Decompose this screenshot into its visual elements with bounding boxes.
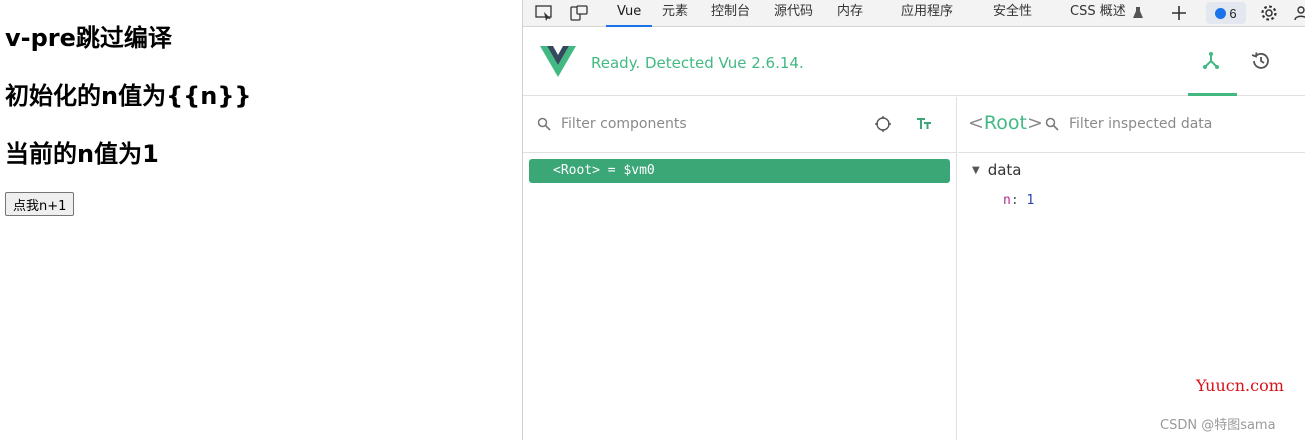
data-section-label: data	[987, 161, 1022, 179]
property-key: n	[1003, 193, 1011, 208]
tab-console[interactable]: 控制台	[711, 0, 750, 27]
heading-title: v-pre跳过编译	[5, 24, 172, 52]
tab-sources[interactable]: 源代码	[774, 0, 813, 27]
site-watermark: Yuucn.com	[1196, 376, 1284, 395]
data-property-row[interactable]: n: 1	[1003, 193, 1034, 208]
search-icon-inspector	[1045, 117, 1059, 136]
devtools-panel: Vue 元素 控制台 源代码 内存 应用程序 安全性 CSS 概述 6 Read…	[522, 0, 1305, 440]
filter-inspected-data-input[interactable]: Filter inspected data	[1069, 116, 1212, 132]
component-filter-bar: Filter components	[523, 97, 956, 153]
heading-current-n: 当前的n值为1	[5, 140, 159, 168]
more-menu-icon[interactable]	[1293, 46, 1305, 76]
gear-icon[interactable]	[1258, 3, 1280, 23]
components-tree-icon[interactable]	[1196, 46, 1226, 76]
property-value: 1	[1026, 193, 1035, 208]
inspect-element-icon[interactable]	[533, 3, 555, 23]
inspector-filter-bar: <Root> Filter inspected data	[958, 97, 1305, 153]
tab-css-overview[interactable]: CSS 概述	[1070, 0, 1126, 27]
message-icon	[1215, 7, 1227, 19]
rendered-page: v-pre跳过编译 初始化的n值为{{n}} 当前的n值为1 点我n+1	[0, 0, 522, 440]
format-names-icon[interactable]	[916, 117, 932, 136]
vue-logo-icon	[540, 46, 576, 82]
timeline-history-icon[interactable]	[1246, 46, 1276, 76]
heading-initial-n: 初始化的n值为{{n}}	[5, 82, 252, 110]
tab-elements[interactable]: 元素	[662, 0, 688, 27]
author-watermark: CSDN @特图sama	[1160, 418, 1276, 433]
inspected-component-name: <Root>	[968, 112, 1043, 134]
tab-security[interactable]: 安全性	[993, 0, 1032, 27]
vue-devtools-header: Ready. Detected Vue 2.6.14.	[523, 28, 1305, 96]
increment-button[interactable]: 点我n+1	[5, 192, 75, 216]
profile-icon[interactable]	[1290, 3, 1305, 23]
filter-components-input[interactable]: Filter components	[561, 116, 687, 132]
more-tabs-plus-icon[interactable]	[1168, 3, 1190, 23]
tab-application[interactable]: 应用程序	[901, 0, 953, 27]
tab-vue[interactable]: Vue	[605, 0, 653, 27]
component-tree-root[interactable]: <Root> = $vm0	[529, 159, 950, 183]
search-icon	[537, 117, 551, 136]
issues-badge[interactable]: 6	[1206, 2, 1246, 24]
device-toolbar-icon[interactable]	[568, 3, 590, 23]
flask-icon	[1127, 3, 1149, 23]
components-pane: Filter components <Root> = $vm0	[523, 97, 957, 440]
issues-count: 6	[1229, 5, 1237, 21]
ready-status-text: Ready. Detected Vue 2.6.14.	[591, 54, 804, 72]
collapse-triangle-icon: ▼	[972, 165, 980, 176]
devtools-tabbar: Vue 元素 控制台 源代码 内存 应用程序 安全性 CSS 概述 6	[523, 0, 1305, 27]
select-component-crosshair-icon[interactable]	[874, 115, 892, 138]
data-section-toggle[interactable]: ▼ data	[972, 161, 1022, 179]
tab-memory[interactable]: 内存	[837, 0, 863, 27]
inspected-root-tag: Root	[983, 112, 1027, 134]
active-view-underline	[1188, 93, 1237, 96]
